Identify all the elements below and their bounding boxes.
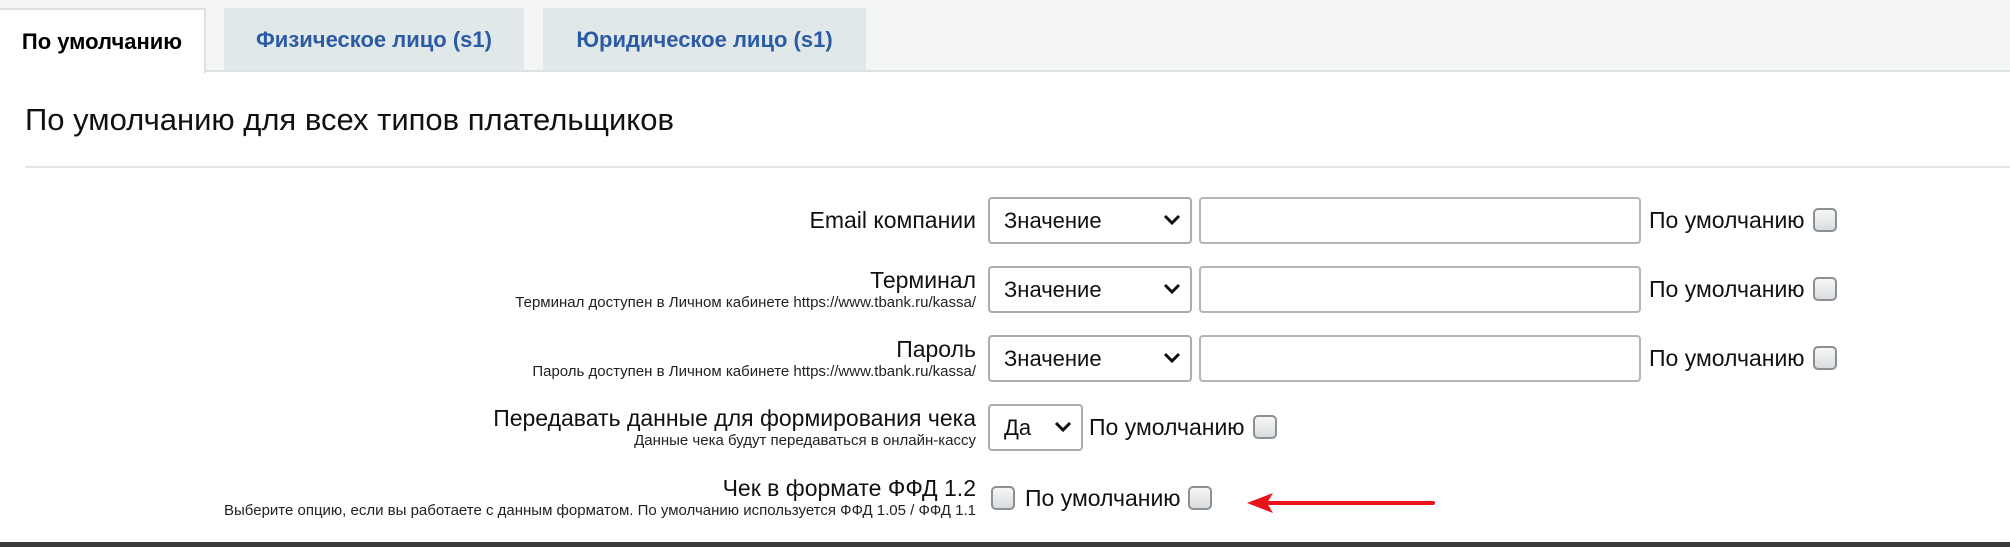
row-terminal-hint: Терминал доступен в Личном кабинете http… [515,294,976,311]
chevron-down-icon [1163,283,1181,295]
red-arrow-icon [1247,493,1435,513]
terminal-input[interactable] [1199,266,1641,313]
password-default-checkbox[interactable] [1813,346,1837,370]
terminal-source-select-value: Значение [1004,277,1102,302]
email-source-select-value: Значение [1004,208,1102,233]
ffd-default-checkbox[interactable] [1188,486,1212,510]
section-divider [25,166,2010,168]
chevron-down-icon [1163,214,1181,226]
terminal-source-select[interactable]: Значение [988,266,1192,313]
password-source-select-value: Значение [1004,346,1102,371]
terminal-default-label: По умолчанию [1649,276,1805,302]
row-email-label: Email компании [809,207,976,233]
receipt-data-select-value: Да [1004,415,1032,440]
row-ffd-hint: Выберите опцию, если вы работаете с данн… [224,502,976,519]
email-default-label: По умолчанию [1649,207,1805,233]
receipt-data-default-label: По умолчанию [1089,414,1245,440]
chevron-down-icon [1054,421,1072,433]
chevron-down-icon [1163,352,1181,364]
tab-default[interactable]: По умолчанию [0,8,206,73]
row-receipt-data-hint: Данные чека будут передаваться в онлайн-… [634,432,976,449]
tab-individual[interactable]: Физическое лицо (s1) [224,8,524,71]
row-receipt-data-label: Передавать данные для формирования чека [493,405,976,431]
row-receipt-data-label-block: Передавать данные для формирования чека … [493,404,976,450]
row-terminal-label-block: Терминал Терминал доступен в Личном каби… [515,266,976,312]
row-password-hint: Пароль доступен в Личном кабинете https:… [532,363,976,380]
password-source-select[interactable]: Значение [988,335,1192,382]
receipt-data-select[interactable]: Да [988,404,1083,451]
email-input[interactable] [1199,197,1641,244]
password-input[interactable] [1199,335,1641,382]
ffd-checkbox[interactable] [991,486,1015,510]
row-ffd-label-block: Чек в формате ФФД 1.2 Выберите опцию, ес… [224,474,976,520]
bottom-border [0,542,2010,547]
row-password-label-block: Пароль Пароль доступен в Личном кабинете… [532,335,976,381]
receipt-data-default-checkbox[interactable] [1253,415,1277,439]
ffd-default-label: По умолчанию [1025,485,1181,511]
tab-legal-entity[interactable]: Юридическое лицо (s1) [543,8,866,71]
row-email-label-block: Email компании [810,206,976,234]
email-default-checkbox[interactable] [1813,208,1837,232]
row-ffd-label: Чек в формате ФФД 1.2 [722,475,976,501]
section-title: По умолчанию для всех типов плательщиков [25,102,674,137]
terminal-default-checkbox[interactable] [1813,277,1837,301]
email-source-select[interactable]: Значение [988,197,1192,244]
password-default-label: По умолчанию [1649,345,1805,371]
row-password-label: Пароль [896,336,976,362]
row-terminal-label: Терминал [870,267,976,293]
settings-page: По умолчанию Физическое лицо (s1) Юридич… [0,0,2010,547]
